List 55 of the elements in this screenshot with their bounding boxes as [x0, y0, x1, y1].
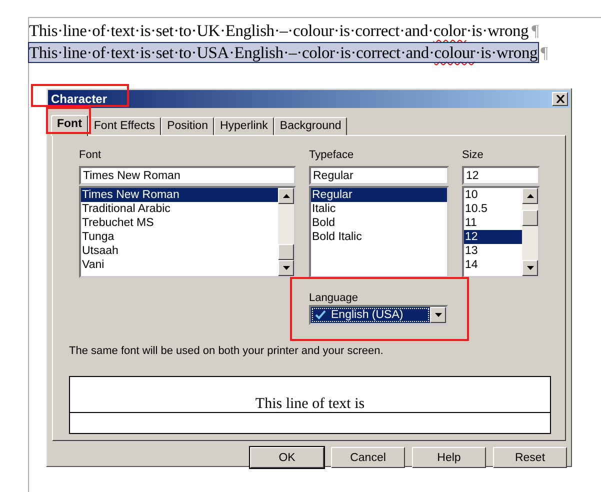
scroll-down-button[interactable] [278, 260, 294, 276]
scroll-down-button[interactable] [522, 260, 538, 276]
close-button[interactable] [552, 92, 568, 106]
dropdown-value: English (USA) [331, 309, 404, 321]
field-label: Language [309, 292, 358, 304]
list-item[interactable]: Traditional Arabic [81, 202, 278, 216]
window-title: Character [51, 92, 108, 106]
paragraph-mark: ¶ [532, 21, 539, 40]
list-item[interactable]: Utsaah [81, 244, 278, 258]
paragraph-mark: ¶ [540, 43, 548, 62]
tab[interactable]: Font Effects [88, 117, 162, 135]
dropdown-button[interactable] [430, 307, 446, 323]
field-label: Typeface [309, 148, 355, 162]
list-item[interactable]: Trebuchet MS [81, 216, 278, 230]
field-label: Font [79, 148, 102, 162]
list-item[interactable]: Bold Italic [311, 230, 447, 244]
list-item[interactable]: 14 [464, 258, 522, 272]
list-item[interactable]: Italic [311, 202, 447, 216]
up-arrow-icon [282, 194, 290, 198]
list-item[interactable]: 10 [464, 188, 522, 202]
list-item[interactable]: 10.5 [464, 202, 522, 216]
list-item[interactable]: Times New Roman [81, 188, 278, 202]
list-item[interactable]: Tunga [81, 230, 278, 244]
dialog-button[interactable]: Help [412, 447, 486, 468]
tab[interactable]: Position [161, 117, 214, 135]
list-item[interactable]: Regular [311, 188, 447, 202]
tab[interactable]: Background [274, 117, 348, 135]
list-item[interactable]: 12 [464, 230, 522, 244]
list-item[interactable]: 13 [464, 244, 522, 258]
list-item[interactable]: Vani [81, 258, 278, 272]
info-text: The same font will be used on both your printer and your screen. [69, 345, 384, 357]
input-field[interactable]: 12 [462, 166, 540, 185]
dialog-button[interactable]: Cancel [331, 447, 405, 468]
close-icon [556, 95, 564, 103]
down-arrow-icon [282, 266, 290, 270]
up-arrow-icon [526, 194, 534, 198]
tab[interactable]: Hyperlink [214, 117, 274, 135]
input-field[interactable]: Times New Roman [79, 166, 296, 185]
dialog-button[interactable]: OK [250, 447, 324, 468]
document-text-line: This·line·of·text·is·set·to·UK·English·–·colour·is·correct·and·color·is·wrong [29, 21, 529, 40]
scrollbar[interactable] [522, 188, 538, 276]
list-item[interactable]: Bold [311, 216, 447, 230]
scroll-thumb[interactable] [522, 210, 538, 226]
field-label: Size [462, 148, 484, 162]
input-field[interactable]: Regular [309, 166, 449, 185]
language-dropdown[interactable]: English (USA) [309, 305, 448, 325]
down-arrow-icon [526, 266, 534, 270]
dialog-button[interactable]: Reset [493, 447, 567, 468]
tab[interactable]: Font [51, 115, 88, 136]
scroll-up-button[interactable] [278, 188, 294, 204]
scroll-thumb[interactable] [278, 244, 294, 260]
list-item[interactable]: 11 [464, 216, 522, 230]
caret-icon [434, 313, 442, 317]
scrollbar[interactable] [278, 188, 294, 276]
scroll-up-button[interactable] [522, 188, 538, 204]
